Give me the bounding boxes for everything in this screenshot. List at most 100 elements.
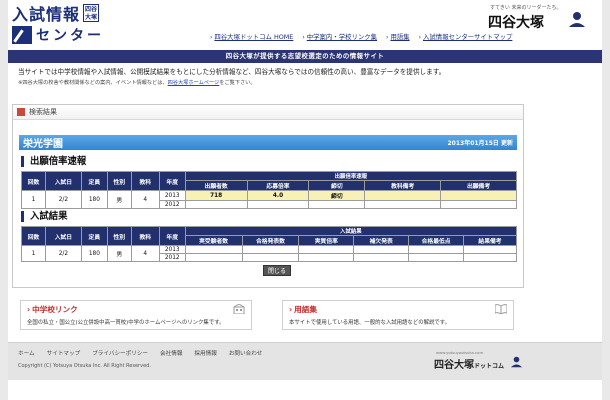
- cell-year-previous: 2012: [158, 253, 186, 262]
- cell-empty: [308, 200, 366, 209]
- result-header: 検索結果: [13, 105, 523, 120]
- cell-empty: [184, 253, 243, 262]
- top-link-school-label[interactable]: 中学案内・学校リンク集: [307, 33, 377, 41]
- logo-main-text: 入試情報: [12, 5, 81, 24]
- col-header-passers: 合格発表数: [241, 235, 300, 246]
- cell-empty: [353, 253, 410, 262]
- col-header-ratio: 応募倍率: [246, 180, 310, 191]
- cell-applicants: 718: [184, 190, 248, 201]
- top-link-sitemap-label[interactable]: 入試情報センターサイトマップ: [423, 33, 512, 41]
- chevron-right-icon: ›: [27, 305, 31, 314]
- brand-name: 四谷大塚: [488, 15, 544, 31]
- cell-empty: [298, 245, 355, 254]
- intro-note: ※四谷大塚の校舎や教材関係などの案内、イベント情報などは、四谷大塚ホームページを…: [18, 79, 256, 86]
- cell-empty: [408, 245, 465, 254]
- col-header-min-score: 合格最低点: [408, 235, 465, 246]
- col-header-subject-note: 教科備考: [364, 180, 442, 191]
- top-link-school[interactable]: › 中学案内・学校リンク集: [302, 32, 377, 41]
- cell-year-current: 2013: [158, 190, 186, 201]
- top-link-sitemap[interactable]: › 入試情報センターサイトマップ: [419, 32, 513, 41]
- brand-tagline: すてきい 未来のリーダーたち。: [490, 5, 562, 11]
- brand-mark-icon: [569, 12, 585, 27]
- col-header-deadline: 締切: [308, 180, 366, 191]
- school-name: 栄光学園: [23, 139, 63, 150]
- results-table: 回数 入試日 定員 性別 教科 年度 入試結果 実受験者数 合格発表数 実質倍率…: [21, 226, 518, 262]
- col-header-subjects: 教科: [130, 171, 160, 191]
- application-table: 回数 入試日 定員 性別 教科 年度 出願倍率速報 出願者数 応募倍率 締切 教…: [21, 171, 518, 209]
- card-title-glossary[interactable]: › 用語集: [289, 304, 317, 315]
- col-header-examinees: 実受験者数: [184, 235, 243, 246]
- footer-links: ホーム サイトマップ プライバシーポリシー 会社情報 採用情報 お問い合わせ: [18, 349, 262, 357]
- book-icon: [495, 304, 507, 314]
- cell-empty: [353, 245, 410, 254]
- cell-count: 1: [21, 245, 46, 262]
- col-header-capacity: 定員: [80, 171, 108, 191]
- cell-gender: 男: [106, 190, 132, 209]
- card-title-school-links-label: 中学校リンク: [32, 305, 78, 314]
- footer-brand-name-main: 四谷大塚: [434, 360, 474, 371]
- close-button[interactable]: 閉じる: [263, 265, 291, 276]
- card-desc-school-links: 全国の私立・国公立(公立併設中高一貫校)中学のホームページへのリンク集です。: [27, 320, 225, 326]
- footer-link-sitemap[interactable]: サイトマップ: [47, 349, 81, 357]
- col-header-waitlist: 補欠発表: [353, 235, 410, 246]
- cell-empty: [246, 200, 310, 209]
- top-link-home-label[interactable]: 四谷大塚ドットコム HOME: [214, 33, 293, 41]
- update-date: 2013年01月15日 更新: [447, 140, 514, 147]
- footer-link-privacy[interactable]: プライバシーポリシー: [92, 349, 148, 357]
- footer-link-contact[interactable]: お問い合わせ: [229, 349, 263, 357]
- card-glossary[interactable]: › 用語集 本サイトで使用している用語、一般的な入試用語などの解説です。: [282, 300, 514, 330]
- col-header-year: 年度: [158, 226, 186, 246]
- intro-note-tail: をご覧下さい。: [219, 80, 256, 86]
- col-header-year: 年度: [158, 171, 186, 191]
- top-link-glossary-label[interactable]: 用語集: [390, 33, 409, 41]
- yotsuya-homepage-link[interactable]: 四谷大塚ホームページ: [168, 80, 220, 86]
- footer: ホーム サイトマップ プライバシーポリシー 会社情報 採用情報 お問い合わせ C…: [8, 342, 602, 380]
- col-header-gender: 性別: [106, 171, 132, 191]
- building-icon: [233, 304, 245, 314]
- footer-link-company[interactable]: 会社情報: [160, 349, 182, 357]
- cell-deadline: 締切: [308, 190, 366, 201]
- col-header-count: 回数: [21, 226, 46, 246]
- top-link-home[interactable]: › 四谷大塚ドットコム HOME: [210, 32, 293, 41]
- section-title-application: 出願倍率速報: [21, 156, 86, 167]
- card-desc-glossary: 本サイトで使用している用語、一般的な入試用語などの解説です。: [289, 320, 451, 326]
- cell-capacity: 180: [80, 190, 108, 209]
- intro-note-text: ※四谷大塚の校舎や教材関係などの案内、イベント情報などは、: [18, 80, 168, 86]
- col-header-count: 回数: [21, 171, 46, 191]
- cell-subjects: 4: [130, 245, 160, 262]
- col-header-real-ratio: 実質倍率: [298, 235, 355, 246]
- cell-year-current: 2013: [158, 245, 186, 254]
- cell-empty: [184, 245, 243, 254]
- result-square-icon: [17, 108, 25, 116]
- logo-sub-text: センター: [36, 28, 104, 44]
- footer-link-home[interactable]: ホーム: [18, 349, 35, 357]
- search-result-panel: 検索結果 栄光学園 2013年01月15日 更新 出願倍率速報 回数 入試日 定…: [12, 104, 524, 288]
- card-title-glossary-label: 用語集: [294, 305, 317, 314]
- footer-link-recruit[interactable]: 採用情報: [194, 349, 216, 357]
- footer-brand-name: 四谷大塚ドットコム: [434, 356, 504, 371]
- cell-subject-note: [364, 190, 442, 201]
- cell-empty: [241, 245, 300, 254]
- footer-brand-logo[interactable]: www.yotsuyaotsuka.com 四谷大塚ドットコム: [434, 350, 524, 376]
- group-header-results: 入試結果: [184, 226, 518, 236]
- school-bar: 栄光学園 2013年01月15日 更新: [19, 135, 517, 150]
- cell-ratio: 4.0: [246, 190, 310, 201]
- copyright: Copyright (C) Yotsuya Otsuka Inc. All Ri…: [18, 363, 151, 369]
- cell-empty: [463, 253, 517, 262]
- chevron-right-icon: ›: [302, 34, 305, 41]
- cell-empty: [241, 253, 300, 262]
- col-header-date: 入試日: [44, 226, 82, 246]
- card-school-links[interactable]: › 中学校リンク 全国の私立・国公立(公立併設中高一貫校)中学のホームページへのリ…: [20, 300, 252, 330]
- chevron-right-icon: ›: [386, 34, 389, 41]
- top-link-glossary[interactable]: › 用語集: [386, 32, 410, 41]
- col-header-gender: 性別: [106, 226, 132, 246]
- brand-logo[interactable]: すてきい 未来のリーダーたち。 四谷大塚: [484, 4, 592, 31]
- chevron-right-icon: ›: [289, 305, 293, 314]
- top-links: › 四谷大塚ドットコム HOME › 中学案内・学校リンク集 › 用語集 › 入試情報セ…: [210, 32, 512, 41]
- site-logo[interactable]: 入試情報 四谷大塚 センター: [12, 3, 154, 45]
- col-header-date: 入試日: [44, 171, 82, 191]
- col-header-applicants: 出願者数: [184, 180, 248, 191]
- cell-empty: [364, 200, 442, 209]
- col-header-result-note: 結果備考: [463, 235, 517, 246]
- card-title-school-links[interactable]: › 中学校リンク: [27, 304, 78, 315]
